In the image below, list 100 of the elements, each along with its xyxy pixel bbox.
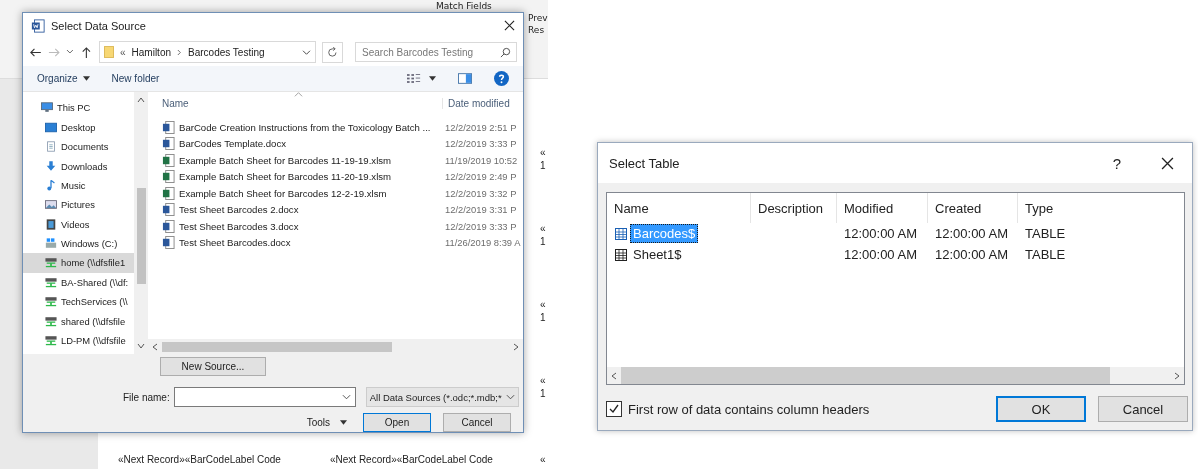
- column-header[interactable]: Created: [928, 193, 1018, 223]
- organize-menu[interactable]: Organize: [37, 72, 90, 84]
- scroll-down-icon[interactable]: [137, 343, 145, 349]
- dialog-title: Select Data Source: [51, 19, 147, 32]
- navigation-item[interactable]: home (\\dfsfile1: [23, 253, 134, 273]
- file-name[interactable]: Example Batch Sheet for Barcodes 11-20-19.xlsm: [179, 171, 445, 183]
- horizontal-scrollbar[interactable]: [607, 367, 1184, 384]
- new-folder-button[interactable]: New folder: [111, 72, 160, 84]
- file-name[interactable]: Test Sheet Barcodes 2.docx: [179, 204, 445, 216]
- column-header[interactable]: Description: [751, 193, 837, 223]
- preview-pane-icon[interactable]: [458, 72, 472, 84]
- merge-field-fragment: 1: [540, 159, 546, 172]
- file-type-dropdown[interactable]: All Data Sources (*.odc;*.mdb;*: [365, 387, 519, 407]
- dialog-button[interactable]: Cancel: [443, 413, 511, 432]
- folder-icon: [104, 45, 114, 60]
- navigation-item[interactable]: Pictures: [23, 195, 134, 215]
- view-options-icon[interactable]: [407, 72, 421, 84]
- tools-menu[interactable]: Tools: [306, 417, 347, 428]
- table-cell-text: 12:00:00 AM: [934, 226, 1009, 241]
- grid-icon: [615, 227, 627, 240]
- spreadsheet-file-icon: [162, 186, 175, 200]
- dialog-title: Select Table: [609, 155, 680, 171]
- spreadsheet-file-icon: [162, 153, 175, 167]
- scrollbar-thumb[interactable]: [621, 367, 1110, 384]
- ribbon-label[interactable]: Res: [528, 24, 548, 36]
- chevron-down-icon[interactable]: [302, 48, 312, 56]
- chevron-down-icon: [505, 394, 515, 400]
- ribbon-label[interactable]: Prev: [528, 12, 548, 24]
- column-header[interactable]: Type: [1018, 193, 1098, 223]
- dropdown-arrow-icon[interactable]: [429, 75, 436, 81]
- table-cell-text: TABLE: [1024, 226, 1067, 241]
- table-cell-text: 12:00:00 AM: [843, 226, 918, 241]
- navigation-item[interactable]: Music: [23, 175, 134, 196]
- navigation-item[interactable]: TechServices (\\: [23, 292, 134, 312]
- merge-field-text: «Next Record»«BarCodeLabel Code: [330, 453, 493, 466]
- refresh-icon[interactable]: [322, 41, 344, 63]
- up-arrow-icon[interactable]: [80, 45, 93, 59]
- navigation-item[interactable]: This PC: [23, 98, 134, 118]
- table-cell-text: 12:00:00 AM: [843, 247, 918, 262]
- ribbon-label[interactable]: Match Fields: [436, 1, 492, 12]
- help-icon[interactable]: [494, 70, 509, 86]
- word-file-icon: [162, 120, 175, 134]
- file-name-field[interactable]: [173, 387, 356, 407]
- file-name-label: File name:: [123, 391, 170, 403]
- scroll-right-icon[interactable]: [1174, 371, 1180, 380]
- network-drive-icon: [45, 276, 57, 288]
- address-bar[interactable]: « Hamilton Barcodes Testing: [99, 41, 317, 64]
- down-arrow-icon: [45, 160, 57, 172]
- search-field[interactable]: Search Barcodes Testing: [355, 42, 518, 63]
- navigation-item[interactable]: Windows (C:): [23, 233, 134, 254]
- navigation-item[interactable]: Downloads: [23, 156, 134, 176]
- scroll-left-icon[interactable]: [611, 371, 617, 380]
- dialog-button[interactable]: Open: [363, 413, 431, 432]
- scroll-left-icon[interactable]: [152, 342, 158, 351]
- overflow-marker[interactable]: «: [120, 46, 126, 58]
- file-name[interactable]: Test Sheet Barcodes.docx: [179, 237, 445, 249]
- desktop-icon: [45, 121, 57, 133]
- file-name[interactable]: BarCodes Template.docx: [179, 138, 445, 150]
- search-icon: [500, 47, 512, 59]
- word-file-icon: [162, 203, 175, 217]
- merge-field-fragment: «: [540, 298, 546, 311]
- table-cell-text: TABLE: [1024, 247, 1067, 262]
- column-header[interactable]: Name: [607, 193, 751, 223]
- picture-icon: [45, 199, 57, 211]
- navigation-item[interactable]: Videos: [23, 214, 134, 234]
- word-file-icon: [162, 137, 175, 151]
- scrollbar-thumb[interactable]: [136, 188, 146, 285]
- path-segment[interactable]: Hamilton: [131, 46, 171, 58]
- dialog-button[interactable]: OK: [996, 396, 1086, 422]
- file-name[interactable]: Example Batch Sheet for Barcodes 11-19-19.xlsm: [179, 154, 445, 166]
- horizontal-scrollbar[interactable]: [148, 339, 523, 354]
- scroll-right-icon[interactable]: [513, 342, 519, 351]
- file-date: 11/26/2019 8:39 A: [445, 237, 521, 249]
- navigation-item[interactable]: BA-Shared (\\df:: [23, 272, 134, 293]
- checkbox[interactable]: [606, 401, 622, 417]
- new-source-button[interactable]: New Source...: [160, 357, 266, 376]
- close-icon[interactable]: [504, 20, 515, 32]
- file-name[interactable]: BarCode Creation Instructions from the Toxicology Batch ...: [179, 121, 445, 133]
- merge-field-fragment: 1: [540, 235, 546, 248]
- scroll-up-icon[interactable]: [137, 97, 145, 104]
- navigation-item[interactable]: Documents: [23, 136, 134, 157]
- path-segment[interactable]: Barcodes Testing: [188, 46, 265, 58]
- close-icon[interactable]: [1161, 156, 1174, 170]
- scrollbar-thumb[interactable]: [162, 341, 392, 352]
- file-name[interactable]: Example Batch Sheet for Barcodes 12-2-19.xlsm: [179, 187, 445, 199]
- help-button[interactable]: ?: [1112, 154, 1121, 172]
- table-name[interactable]: Sheet1$: [630, 245, 685, 264]
- merge-field-fragment: «: [540, 222, 546, 235]
- column-header[interactable]: Date modified: [442, 97, 510, 109]
- file-name[interactable]: Test Sheet Barcodes 3.docx: [179, 220, 445, 232]
- navigation-item[interactable]: LD-PM (\\dfsfile: [23, 330, 134, 351]
- vertical-scrollbar[interactable]: [134, 92, 148, 354]
- merge-field-fragment: «: [540, 374, 546, 387]
- checkbox-label[interactable]: First row of data contains column headers: [628, 401, 870, 417]
- column-header[interactable]: Modified: [837, 193, 928, 223]
- navigation-item[interactable]: shared (\\dfsfile: [23, 311, 134, 331]
- column-header[interactable]: Name: [148, 97, 442, 109]
- spreadsheet-file-icon: [162, 170, 175, 184]
- navigation-item[interactable]: Desktop: [23, 117, 134, 137]
- dialog-button[interactable]: Cancel: [1098, 396, 1188, 422]
